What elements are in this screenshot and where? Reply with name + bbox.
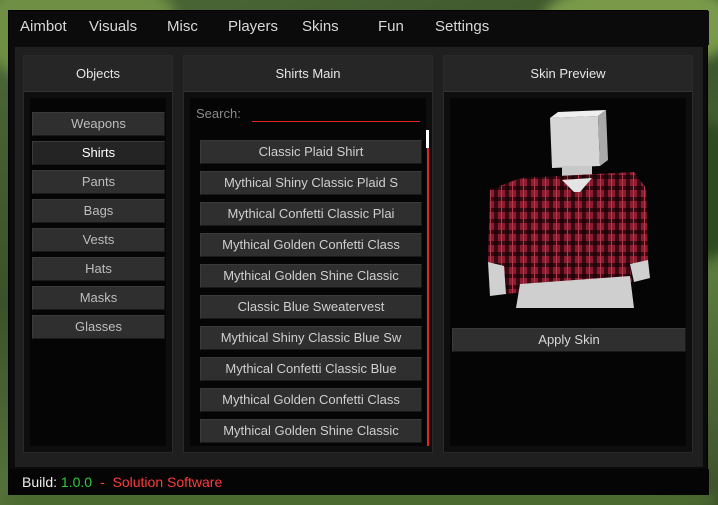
shirt-item[interactable]: Classic Plaid Shirt: [200, 140, 422, 164]
object-weapons[interactable]: Weapons: [32, 112, 165, 136]
objects-panel: Objects Weapons Shirts Pants Bags Vests …: [23, 55, 173, 453]
shirt-item[interactable]: Mythical Golden Shine Classic: [200, 264, 422, 288]
tab-misc[interactable]: Misc: [167, 18, 198, 35]
footer-separator: -: [99, 474, 105, 490]
objects-list: Weapons Shirts Pants Bags Vests Hats Mas…: [30, 98, 166, 446]
object-glasses[interactable]: Glasses: [32, 315, 165, 339]
object-shirts[interactable]: Shirts: [32, 141, 165, 165]
shirt-item[interactable]: Mythical Shiny Classic Plaid S: [200, 171, 422, 195]
scrollbar-thumb[interactable]: [426, 130, 429, 148]
tab-settings[interactable]: Settings: [435, 18, 489, 35]
tab-players[interactable]: Players: [228, 18, 278, 35]
skin-preview-title: Skin Preview: [444, 56, 692, 92]
scrollbar-track[interactable]: [427, 130, 429, 446]
shirt-item[interactable]: Mythical Confetti Classic Plai: [200, 202, 422, 226]
footer-build-info: Build: 1.0.0 - Solution Software: [9, 469, 709, 495]
tab-skins[interactable]: Skins: [302, 18, 339, 35]
shirt-item[interactable]: Mythical Golden Confetti Class: [200, 233, 422, 257]
shirts-panel: Shirts Main Search: Classic Plaid Shirt …: [183, 55, 433, 453]
build-label: Build:: [22, 474, 58, 490]
search-label: Search:: [196, 106, 241, 121]
shirt-item[interactable]: Classic Blue Sweatervest: [200, 295, 422, 319]
tab-aimbot[interactable]: Aimbot: [20, 18, 67, 35]
object-pants[interactable]: Pants: [32, 170, 165, 194]
objects-panel-title: Objects: [24, 56, 172, 92]
shirts-panel-title: Shirts Main: [184, 56, 432, 92]
tab-fun[interactable]: Fun: [378, 18, 404, 35]
cheat-menu-window: Aimbot Visuals Misc Players Skins Fun Se…: [8, 10, 709, 495]
object-hats[interactable]: Hats: [32, 257, 165, 281]
tab-visuals[interactable]: Visuals: [89, 18, 137, 35]
build-version: 1.0.0: [60, 474, 93, 490]
skin-preview-body: Apply Skin: [450, 98, 686, 446]
shirt-item[interactable]: Mythical Confetti Classic Blue: [200, 357, 422, 381]
top-tab-bar: Aimbot Visuals Misc Players Skins Fun Se…: [9, 11, 709, 45]
plaid-shirt-model-icon: [488, 110, 650, 308]
content-area: Objects Weapons Shirts Pants Bags Vests …: [15, 47, 703, 467]
shirt-item[interactable]: Mythical Golden Confetti Class: [200, 388, 422, 412]
shirts-list: Search: Classic Plaid Shirt Mythical Shi…: [190, 98, 429, 446]
object-bags[interactable]: Bags: [32, 199, 165, 223]
object-vests[interactable]: Vests: [32, 228, 165, 252]
shirt-item[interactable]: Mythical Shiny Classic Blue Sw: [200, 326, 422, 350]
brand-name: Solution Software: [112, 474, 223, 490]
object-masks[interactable]: Masks: [32, 286, 165, 310]
apply-skin-button[interactable]: Apply Skin: [452, 328, 686, 352]
shirt-item[interactable]: Mythical Golden Shine Classic: [200, 419, 422, 443]
search-input[interactable]: [252, 104, 420, 122]
skin-preview-panel: Skin Preview Apply Skin: [443, 55, 693, 453]
